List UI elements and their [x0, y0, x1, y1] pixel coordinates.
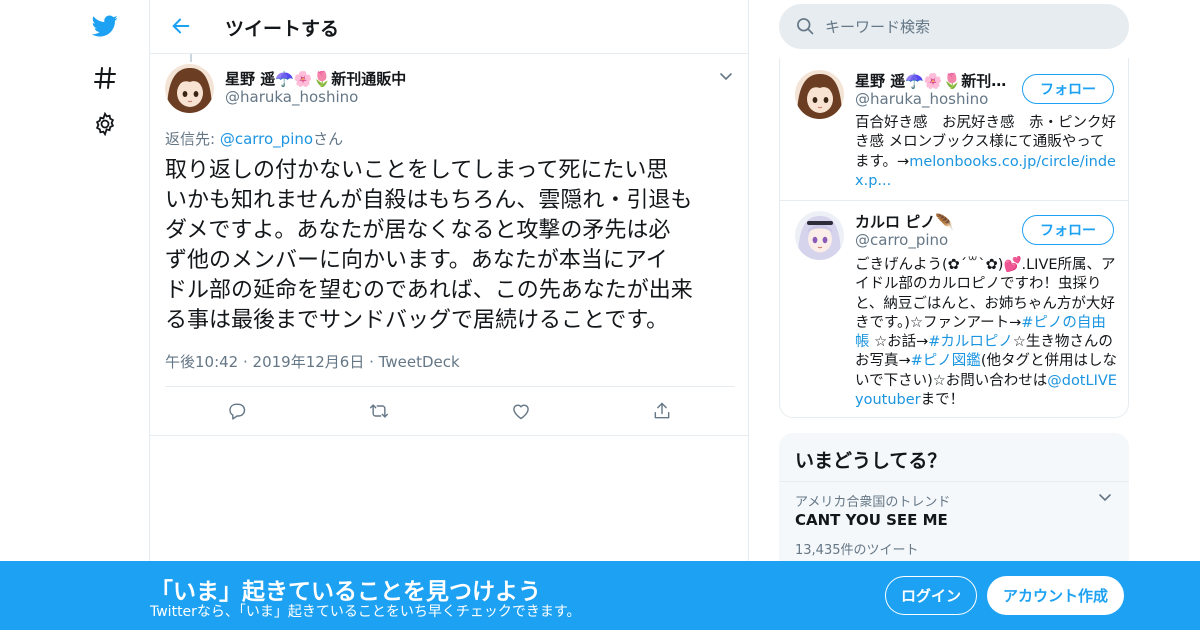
profile-card: 星野 遥☂️🌸🌷新刊通販中 @haruka_hoshino フォロー 百合好き感… [779, 58, 1129, 418]
like-icon[interactable] [508, 398, 534, 424]
trend-context: アメリカ合衆国のトレンド [795, 495, 951, 510]
avatar[interactable] [795, 211, 844, 260]
signup-banner: 「いま」起きていることを見つけよう Twitterなら、「いま」起きていることを… [0, 561, 1200, 630]
banner-subtitle: Twitterなら、「いま」起きていることをいち早くチェックできます。 [150, 604, 581, 620]
trends-title: いまどうしてる？ [795, 450, 947, 472]
avatar[interactable] [165, 64, 214, 113]
bio-text: まで！ [920, 392, 965, 409]
profile-bio: ごきげんよう(✿ˊ꒳ˋ✿)💕.LIVE所属、アイドル部のカルロピノですわ！虫採り… [855, 256, 1117, 410]
back-arrow-icon[interactable] [168, 13, 194, 39]
reply-prefix: 返信先: [165, 130, 220, 148]
page-title: ツイートする [225, 18, 340, 40]
trend-count: 13,435件のツイート [795, 543, 919, 558]
reply-suffix: さん [313, 130, 344, 148]
share-icon[interactable] [649, 398, 675, 424]
hashtag-icon[interactable] [90, 63, 120, 93]
profile-handle[interactable]: @carro_pino [855, 231, 948, 249]
divider [165, 386, 735, 387]
tweet-text: 取り返しの付かないことをしてしまって死にたい思 いかも知れませんが自殺はもちろん… [165, 158, 693, 333]
chevron-down-icon[interactable] [1095, 489, 1115, 507]
login-button[interactable]: ログイン [885, 576, 977, 615]
meta-separator: · [364, 353, 379, 371]
avatar[interactable] [795, 70, 844, 119]
tweet-author-name[interactable]: 星野 遥☂️🌸🌷新刊通販中 [225, 68, 406, 89]
meta-separator: · [238, 353, 253, 371]
tweet-time[interactable]: 午後10:42 [165, 353, 238, 371]
profile-name[interactable]: 星野 遥☂️🌸🌷新刊通販中 [855, 70, 1015, 91]
main-column: ツイートする 星野 遥☂️🌸🌷新刊通販中 @haruka_hoshino 返信先… [149, 0, 749, 630]
bio-text: ☆お話→ [869, 334, 929, 351]
divider [150, 435, 748, 436]
trend-name[interactable]: CANT YOU SEE ME [795, 511, 948, 529]
search-icon [795, 16, 815, 36]
tweet-source[interactable]: TweetDeck [379, 353, 460, 371]
main-header: ツイートする [150, 0, 748, 54]
reply-context: 返信先: @carro_pinoさん [165, 128, 343, 149]
signup-button[interactable]: アカウント作成 [987, 576, 1124, 615]
thread-connector [190, 54, 192, 62]
search-input[interactable] [825, 4, 1115, 49]
left-nav [0, 0, 150, 630]
tweet-date[interactable]: 2019年12月6日 [253, 353, 365, 371]
divider [780, 200, 1128, 201]
profile-handle[interactable]: @haruka_hoshino [855, 90, 988, 108]
bio-hashtag[interactable]: #カルロピノ [928, 334, 1013, 350]
chevron-down-icon[interactable] [716, 68, 736, 86]
follow-button[interactable]: フォロー [1022, 215, 1114, 245]
reply-icon[interactable] [224, 398, 250, 424]
retweet-icon[interactable] [366, 398, 392, 424]
profile-bio: 百合好き感 お尻好き感 赤・ピンク好き感 メロンブックス様にて通販やってます。→… [855, 114, 1117, 191]
tweet-meta: 午後10:42 · 2019年12月6日 · TweetDeck [165, 351, 460, 372]
profile-name[interactable]: カルロ ピノ🪶 [855, 211, 1015, 232]
twitter-bird-icon[interactable] [90, 11, 120, 41]
bio-hashtag[interactable]: #ピノ図鑑 [911, 353, 981, 369]
divider [779, 481, 1129, 482]
tweet-author-handle[interactable]: @haruka_hoshino [225, 88, 358, 106]
gear-icon[interactable] [90, 109, 120, 139]
follow-button[interactable]: フォロー [1022, 74, 1114, 104]
reply-to-link[interactable]: @carro_pino [220, 130, 313, 148]
search-box[interactable] [779, 4, 1129, 49]
